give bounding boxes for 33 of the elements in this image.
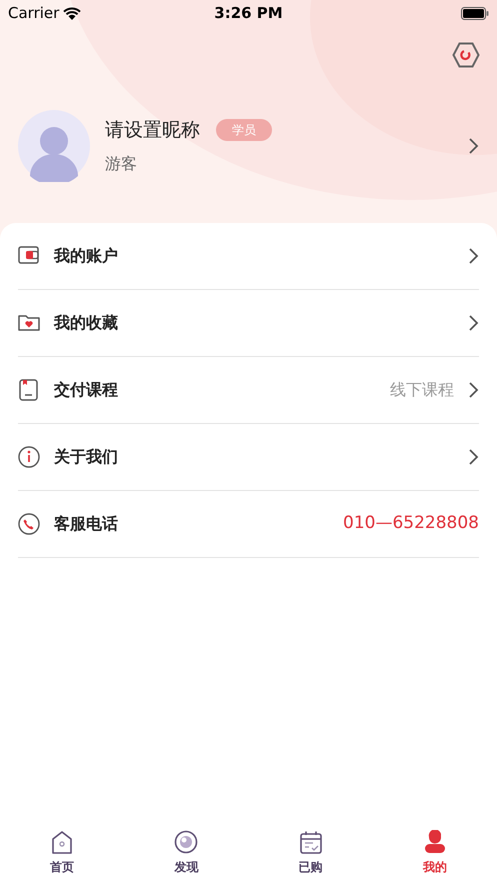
person-icon bbox=[422, 830, 447, 854]
menu-item[interactable]: 客服电话 010—65228808 bbox=[18, 491, 479, 558]
calendar-icon bbox=[298, 830, 323, 854]
status-time: 3:26 PM bbox=[214, 2, 283, 24]
menu-item[interactable]: 关于我们 bbox=[18, 424, 479, 491]
item-value: 线下课程 bbox=[390, 379, 454, 401]
chevron-icon[interactable] bbox=[468, 137, 479, 155]
settings-icon[interactable] bbox=[452, 42, 480, 68]
tab-item[interactable]: 首页 bbox=[0, 817, 124, 883]
phone-icon bbox=[18, 513, 40, 535]
role-tag: 学员 bbox=[216, 119, 272, 141]
carrier-name: Carrier bbox=[8, 2, 60, 24]
menu-item[interactable]: 我的账户 bbox=[18, 223, 479, 290]
tab-item[interactable]: 我的 bbox=[372, 817, 497, 883]
battery-icon bbox=[461, 6, 489, 20]
discover-icon bbox=[174, 830, 198, 854]
item-label: 我的账户 bbox=[54, 245, 119, 267]
user-type: 游客 bbox=[105, 153, 138, 176]
home-icon bbox=[50, 830, 74, 854]
info-icon bbox=[18, 446, 40, 468]
tab-item[interactable]: 已购 bbox=[248, 817, 373, 883]
tab-item[interactable]: 发现 bbox=[124, 817, 248, 883]
nickname[interactable]: 请设置昵称 bbox=[105, 116, 200, 144]
wifi-icon bbox=[63, 6, 82, 20]
item-label: 我的收藏 bbox=[54, 312, 119, 334]
item-label: 关于我们 bbox=[54, 446, 119, 468]
phone-number: 010—65228808 bbox=[343, 512, 479, 536]
book-icon bbox=[18, 379, 40, 401]
menu-item[interactable]: 交付课程 线下课程 bbox=[18, 357, 479, 424]
item-label: 交付课程 bbox=[54, 379, 119, 401]
menu-item[interactable]: 我的收藏 bbox=[18, 290, 479, 357]
item-label: 客服电话 bbox=[54, 513, 119, 535]
wallet-icon bbox=[18, 245, 40, 267]
